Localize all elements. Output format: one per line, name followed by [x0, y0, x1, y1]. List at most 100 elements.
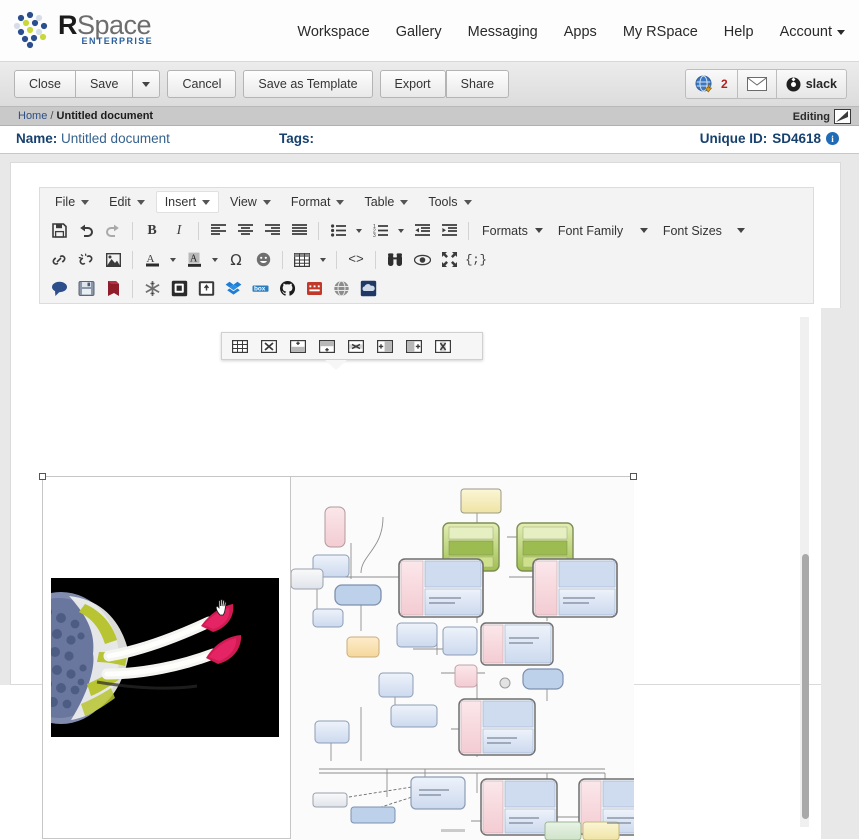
italic-icon[interactable]: I	[166, 219, 192, 243]
menu-insert[interactable]: Insert	[155, 191, 219, 213]
resize-pencil-icon[interactable]	[834, 109, 851, 124]
cancel-button[interactable]: Cancel	[167, 70, 237, 98]
messages-button[interactable]	[737, 69, 777, 99]
menu-table[interactable]: Table	[355, 191, 417, 213]
align-right-icon[interactable]	[259, 219, 285, 243]
insert-column-before-icon[interactable]	[371, 335, 399, 357]
menu-format[interactable]: Format	[282, 191, 354, 213]
bold-icon[interactable]: B	[139, 219, 165, 243]
table-caret[interactable]	[316, 248, 330, 272]
insert-row-after-icon[interactable]	[313, 335, 341, 357]
breadcrumb-home-link[interactable]: Home	[18, 110, 47, 122]
table-icon[interactable]	[289, 248, 315, 272]
nav-item-workspace[interactable]: Workspace	[297, 24, 369, 40]
vertical-scrollbar-thumb[interactable]	[802, 554, 809, 819]
special-character-icon[interactable]: Ω	[223, 248, 249, 272]
nav-label: Gallery	[395, 24, 442, 40]
code-sample-icon[interactable]: {;}	[463, 248, 489, 272]
snowflake-icon[interactable]	[139, 277, 165, 301]
menu-tools[interactable]: Tools	[419, 191, 480, 213]
menu-edit[interactable]: Edit	[100, 191, 154, 213]
document-tags-field[interactable]: Tags:	[279, 131, 314, 146]
delete-column-icon[interactable]	[429, 335, 457, 357]
delete-table-icon[interactable]	[255, 335, 283, 357]
info-icon[interactable]: i	[826, 132, 839, 145]
nav-item-account[interactable]: Account	[780, 24, 845, 40]
numbered-list-icon[interactable]: 123	[367, 219, 393, 243]
text-color-caret[interactable]	[166, 248, 180, 272]
save-dropdown-button[interactable]	[132, 70, 161, 98]
font-family-dropdown[interactable]: Font Family	[551, 219, 655, 243]
emoticon-icon[interactable]	[250, 248, 276, 272]
resize-handle-top-left[interactable]	[39, 473, 46, 480]
svg-text:A: A	[190, 253, 198, 264]
save-button[interactable]: Save	[74, 70, 133, 98]
nav-item-gallery[interactable]: Gallery	[396, 24, 442, 40]
workflow-diagram-render	[290, 477, 634, 840]
slack-button[interactable]: slack	[776, 69, 847, 99]
nav-item-my-rspace[interactable]: My RSpace	[623, 24, 698, 40]
nav-item-help[interactable]: Help	[724, 24, 754, 40]
bullet-list-caret[interactable]	[352, 219, 366, 243]
align-justify-icon[interactable]	[286, 219, 312, 243]
onedrive-icon[interactable]	[355, 277, 381, 301]
notifications-button[interactable]: 2	[685, 69, 738, 99]
globe-icon[interactable]	[328, 277, 354, 301]
internal-link-icon[interactable]	[73, 277, 99, 301]
nav-item-apps[interactable]: Apps	[564, 24, 597, 40]
table-properties-icon[interactable]	[226, 335, 254, 357]
document-name-field[interactable]: Name: Untitled document	[16, 131, 170, 146]
bookmark-icon[interactable]	[100, 277, 126, 301]
formats-dropdown[interactable]: Formats	[475, 219, 550, 243]
undo-icon[interactable]	[73, 219, 99, 243]
numbered-list-caret[interactable]	[394, 219, 408, 243]
background-color-icon[interactable]: A	[181, 248, 207, 272]
save-as-template-button[interactable]: Save as Template	[243, 70, 373, 98]
chemistry-icon[interactable]	[166, 277, 192, 301]
figshare-icon[interactable]	[301, 277, 327, 301]
fullscreen-icon[interactable]	[436, 248, 462, 272]
insert-row-before-icon[interactable]	[284, 335, 312, 357]
editing-status: Editing	[793, 109, 851, 124]
microscopy-render	[51, 578, 279, 737]
box-icon[interactable]: box	[247, 277, 273, 301]
font-family-label: Font Family	[557, 223, 624, 238]
table-cell-left[interactable]	[43, 477, 291, 838]
pathway-workflow-diagram[interactable]	[290, 477, 634, 840]
source-code-icon[interactable]: <>	[343, 248, 369, 272]
comment-icon[interactable]	[46, 277, 72, 301]
text-color-icon[interactable]: A	[139, 248, 165, 272]
unlink-icon[interactable]	[73, 248, 99, 272]
link-icon[interactable]	[46, 248, 72, 272]
preview-icon[interactable]	[409, 248, 435, 272]
close-button[interactable]: Close	[14, 70, 75, 98]
attachment-icon[interactable]	[193, 277, 219, 301]
github-icon[interactable]	[274, 277, 300, 301]
menu-file[interactable]: File	[46, 191, 98, 213]
table-cell-right[interactable]	[290, 477, 634, 840]
align-center-icon[interactable]	[232, 219, 258, 243]
export-button[interactable]: Export	[379, 70, 446, 98]
font-sizes-dropdown[interactable]: Font Sizes	[656, 219, 752, 243]
content-table[interactable]	[39, 473, 637, 840]
resize-handle-top-right[interactable]	[630, 473, 637, 480]
indent-icon[interactable]	[436, 219, 462, 243]
redo-icon[interactable]	[100, 219, 126, 243]
menu-view[interactable]: View	[221, 191, 280, 213]
chevron-down-icon	[400, 199, 409, 205]
save-icon[interactable]	[46, 219, 72, 243]
dropbox-icon[interactable]	[220, 277, 246, 301]
outdent-icon[interactable]	[409, 219, 435, 243]
background-color-caret[interactable]	[208, 248, 222, 272]
nav-item-messaging[interactable]: Messaging	[468, 24, 538, 40]
find-replace-icon[interactable]	[382, 248, 408, 272]
align-left-icon[interactable]	[205, 219, 231, 243]
fluorescence-microscopy-image[interactable]	[51, 578, 279, 737]
image-icon[interactable]	[100, 248, 126, 272]
delete-row-icon[interactable]	[342, 335, 370, 357]
share-button[interactable]: Share	[445, 70, 510, 98]
chevron-down-icon	[136, 199, 145, 205]
rspace-logo[interactable]: RSpace ENTERPRISE	[12, 10, 152, 50]
insert-column-after-icon[interactable]	[400, 335, 428, 357]
bullet-list-icon[interactable]	[325, 219, 351, 243]
